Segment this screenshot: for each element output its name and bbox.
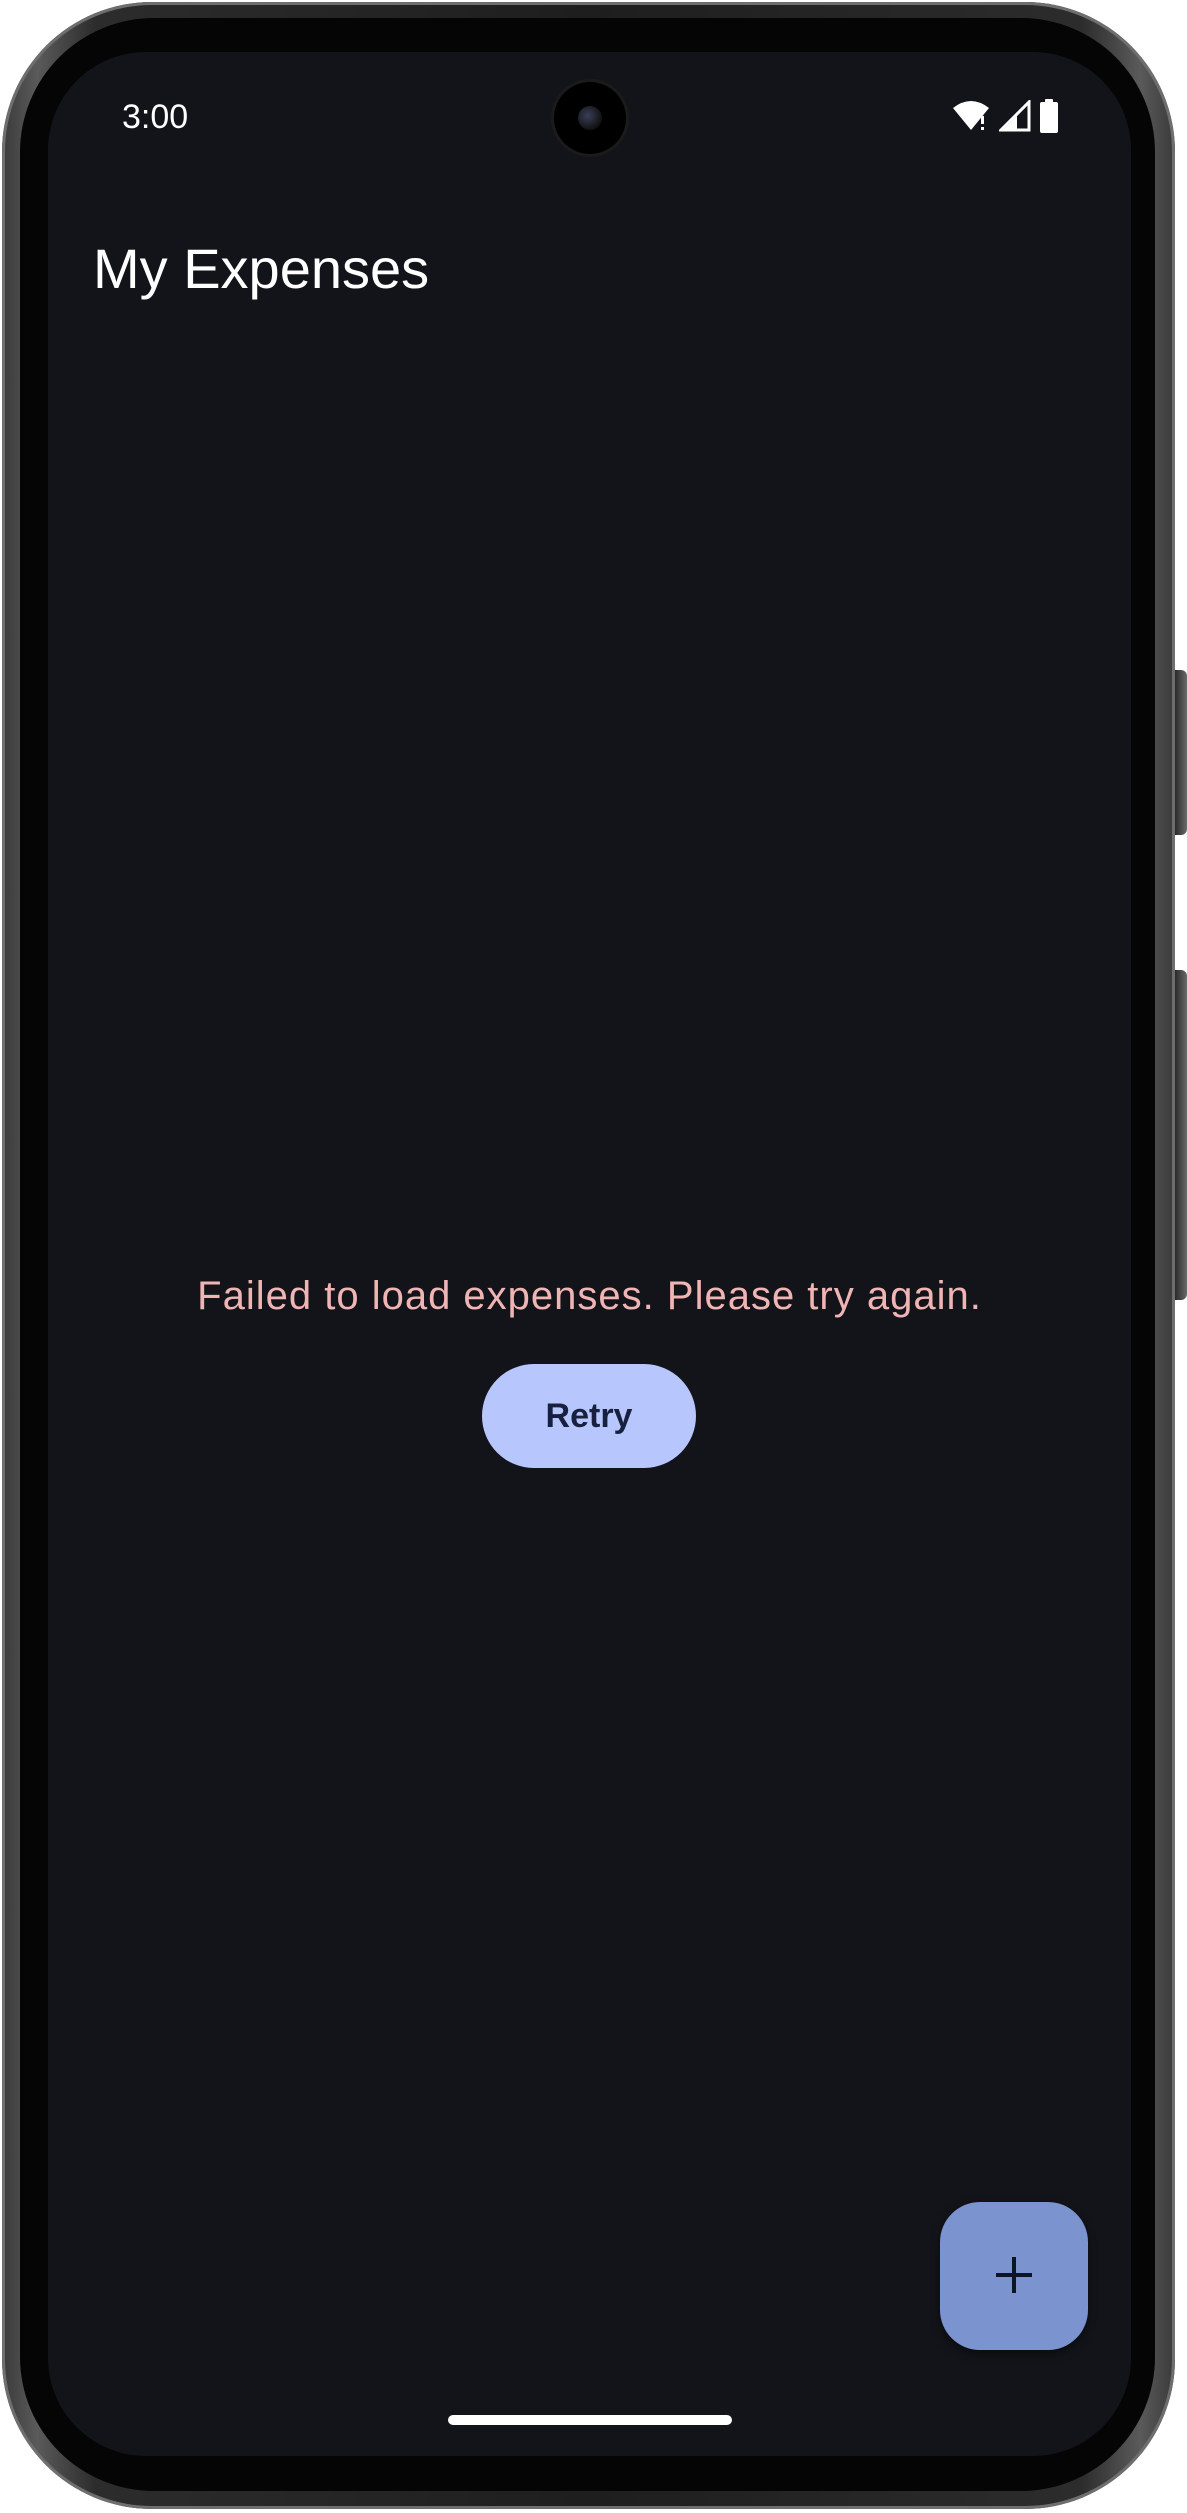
wifi-alert-icon — [951, 100, 991, 137]
signal-icon — [997, 97, 1031, 137]
power-button — [1175, 970, 1187, 1300]
volume-button — [1175, 670, 1187, 835]
status-icons — [951, 97, 1059, 138]
retry-button[interactable]: Retry — [482, 1364, 696, 1468]
add-expense-button[interactable] — [940, 2202, 1088, 2350]
app-screen: 3:00 My Expenses Failed to load expenses… — [48, 52, 1131, 2456]
plus-icon — [992, 2253, 1036, 2300]
phone-device: 3:00 My Expenses Failed to load expenses… — [0, 0, 1187, 2513]
page-title: My Expenses — [93, 237, 430, 300]
battery-icon — [1039, 98, 1059, 138]
error-message: Failed to load expenses. Please try agai… — [197, 1274, 982, 1318]
status-time: 3:00 — [122, 98, 189, 136]
front-camera — [554, 82, 626, 154]
home-indicator[interactable] — [448, 2415, 732, 2425]
